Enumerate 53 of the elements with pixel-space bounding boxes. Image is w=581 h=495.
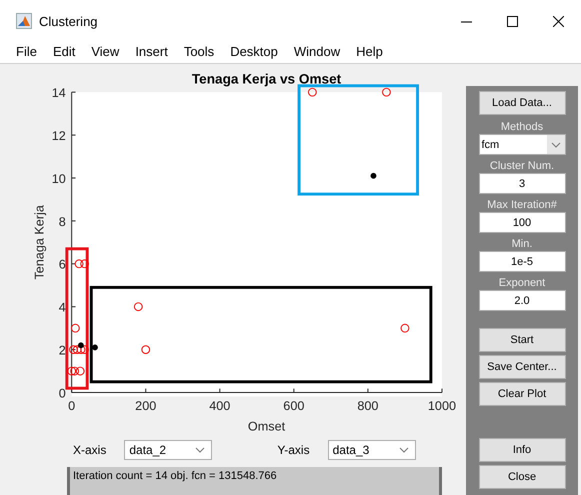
x-tick-label: 600 <box>283 399 304 414</box>
caret-icon <box>550 142 560 148</box>
axis-label: X-axis <box>73 443 106 457</box>
x-tick-label: 0 <box>68 399 76 414</box>
y-tick-label: 14 <box>52 86 66 100</box>
app-icon <box>16 13 32 29</box>
load-data-button[interactable]: Load Data... <box>478 91 566 115</box>
caret-icon <box>195 447 206 453</box>
menu-item[interactable]: Edit <box>46 42 84 63</box>
y-axis-label: Tenaga Kerja <box>32 205 46 280</box>
x-tick-label: 1000 <box>428 399 456 414</box>
panel-button[interactable]: Start <box>478 328 566 352</box>
panel-button[interactable]: Clear Plot <box>478 382 566 406</box>
field-label: Min. <box>512 237 532 251</box>
menu-item[interactable]: Desktop <box>223 42 287 63</box>
input-field[interactable]: 1e-5 <box>478 251 566 272</box>
menu-item[interactable]: Help <box>349 42 392 63</box>
y-tick-label: 12 <box>52 128 66 143</box>
y-tick-label: 2 <box>58 343 66 358</box>
input-field[interactable]: 3 <box>478 173 566 194</box>
maximize-icon <box>506 16 518 26</box>
y-tick-label: 8 <box>58 214 66 229</box>
axis-label: Y-axis <box>277 443 310 457</box>
x-tick-label: 400 <box>209 399 230 414</box>
menu-item[interactable]: Tools <box>176 42 224 63</box>
panel-button[interactable]: Close <box>478 465 566 489</box>
field-label: Exponent <box>498 276 546 290</box>
close-icon <box>552 16 564 26</box>
axis-dropdown[interactable]: data_3 <box>328 440 416 460</box>
axis-dropdown[interactable]: data_2 <box>124 440 212 460</box>
caret-icon <box>398 447 409 453</box>
menu-item[interactable]: Insert <box>128 42 177 63</box>
panel-button[interactable]: Info <box>478 438 566 462</box>
y-tick-label: 10 <box>52 172 66 186</box>
menu-item[interactable]: Window <box>286 42 350 63</box>
y-tick-label: 0 <box>58 386 66 400</box>
input-field[interactable]: 2.0 <box>478 290 566 311</box>
x-axis-label: Omset <box>248 419 286 434</box>
chart-title: Tenaga Kerja vs Omset <box>192 71 342 86</box>
menu-item[interactable]: File <box>9 42 46 63</box>
y-tick-label: 6 <box>58 258 66 272</box>
panel-button[interactable]: Save Center... <box>478 355 566 379</box>
field-label: Cluster Num. <box>490 159 554 173</box>
x-tick-label: 800 <box>357 399 378 414</box>
status-message: Iteration count = 14 obj. fcn = 131548.766 <box>67 466 442 495</box>
method-dropdown[interactable]: fcm <box>478 134 566 155</box>
field-label: Max Iteration# <box>487 198 557 212</box>
y-tick-label: 4 <box>58 300 66 315</box>
x-tick-label: 200 <box>135 399 156 414</box>
field-label: Methods <box>500 120 544 134</box>
input-field[interactable]: 100 <box>478 212 566 233</box>
menu-item[interactable]: View <box>84 42 128 63</box>
window-title: Clustering <box>39 14 99 28</box>
